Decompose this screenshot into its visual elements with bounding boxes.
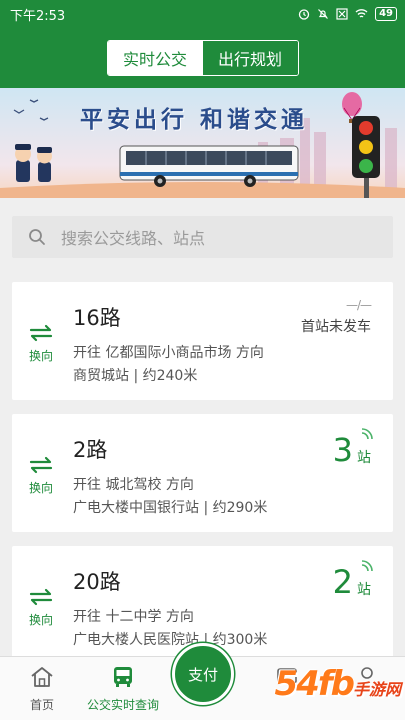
- arrival-unit: 站: [357, 582, 371, 598]
- status-bar: 下午2:53 49: [0, 0, 405, 28]
- watermark-main: 54fb: [274, 664, 355, 704]
- status-icons: 49: [298, 7, 397, 21]
- wifi-icon: [355, 9, 368, 18]
- nav-realtime-label: 公交实时查询: [86, 698, 159, 712]
- route-stop-distance: 商贸城站 | 约240米: [73, 368, 198, 384]
- status-time: 下午2:53: [10, 8, 66, 24]
- nav-home-label: 首页: [29, 698, 54, 712]
- swap-label: 换向: [28, 481, 53, 495]
- signal-off-icon: [336, 8, 348, 20]
- banner-title: 平安出行 和谐交通: [80, 106, 309, 133]
- swap-direction-button[interactable]: 换向: [26, 324, 56, 364]
- route-card[interactable]: 换向 16路 开往 亿都国际小商品市场 方向 商贸城站 | 约240米 —/— …: [12, 282, 393, 400]
- search-icon: [29, 229, 45, 245]
- swap-icon: [29, 324, 53, 342]
- alarm-icon: [298, 9, 310, 20]
- route-direction: 开往 亿都国际小商品市场 方向: [73, 345, 264, 361]
- live-signal-icon: [361, 560, 373, 572]
- watermark-sub: 手游网: [352, 680, 401, 699]
- route-stop-distance: 广电大楼中国银行站 | 约290米: [73, 500, 268, 516]
- swap-icon: [29, 456, 53, 474]
- live-signal-icon: [361, 428, 373, 440]
- home-icon: [31, 667, 53, 687]
- swap-label: 换向: [28, 349, 53, 363]
- swap-icon: [29, 588, 53, 606]
- search-placeholder: 搜索公交线路、站点: [61, 229, 206, 248]
- tab-realtime-bus[interactable]: 实时公交: [107, 41, 203, 75]
- route-name: 20路: [73, 570, 121, 594]
- swap-label: 换向: [28, 613, 53, 627]
- tab-switcher: 实时公交 出行规划: [106, 40, 299, 76]
- route-name: 2路: [73, 438, 108, 462]
- nav-realtime-bus[interactable]: 公交实时查询: [80, 665, 166, 713]
- mute-icon: [318, 9, 329, 19]
- nav-home[interactable]: 首页: [22, 665, 62, 713]
- swap-direction-button[interactable]: 换向: [26, 456, 56, 496]
- route-card[interactable]: 换向 2路 开往 城北驾校 方向 广电大楼中国银行站 | 约290米 3 站: [12, 414, 393, 532]
- pay-button[interactable]: 支付: [172, 643, 234, 705]
- arrival-placeholder: —/—: [345, 298, 372, 312]
- battery-indicator: 49: [375, 7, 397, 21]
- arrival-status: 首站未发车: [301, 319, 371, 335]
- app-bar: 实时公交 出行规划: [0, 28, 405, 88]
- arrival-stop-count: 3: [332, 431, 353, 469]
- search-bar[interactable]: 搜索公交线路、站点: [12, 216, 393, 258]
- promo-banner[interactable]: 平安出行 和谐交通: [0, 88, 405, 198]
- route-direction: 开往 十二中学 方向: [73, 609, 194, 625]
- route-name: 16路: [73, 306, 121, 330]
- route-stop-distance: 广电大楼人民医院站 | 约300米: [73, 632, 268, 648]
- bus-icon: [114, 667, 132, 687]
- route-direction: 开往 城北驾校 方向: [73, 477, 194, 493]
- arrival-unit: 站: [357, 450, 371, 466]
- site-watermark-logo: 54fb手游网: [275, 664, 401, 704]
- swap-direction-button[interactable]: 换向: [26, 588, 56, 628]
- tab-trip-planning[interactable]: 出行规划: [202, 41, 298, 75]
- arrival-stop-count: 2: [332, 563, 353, 601]
